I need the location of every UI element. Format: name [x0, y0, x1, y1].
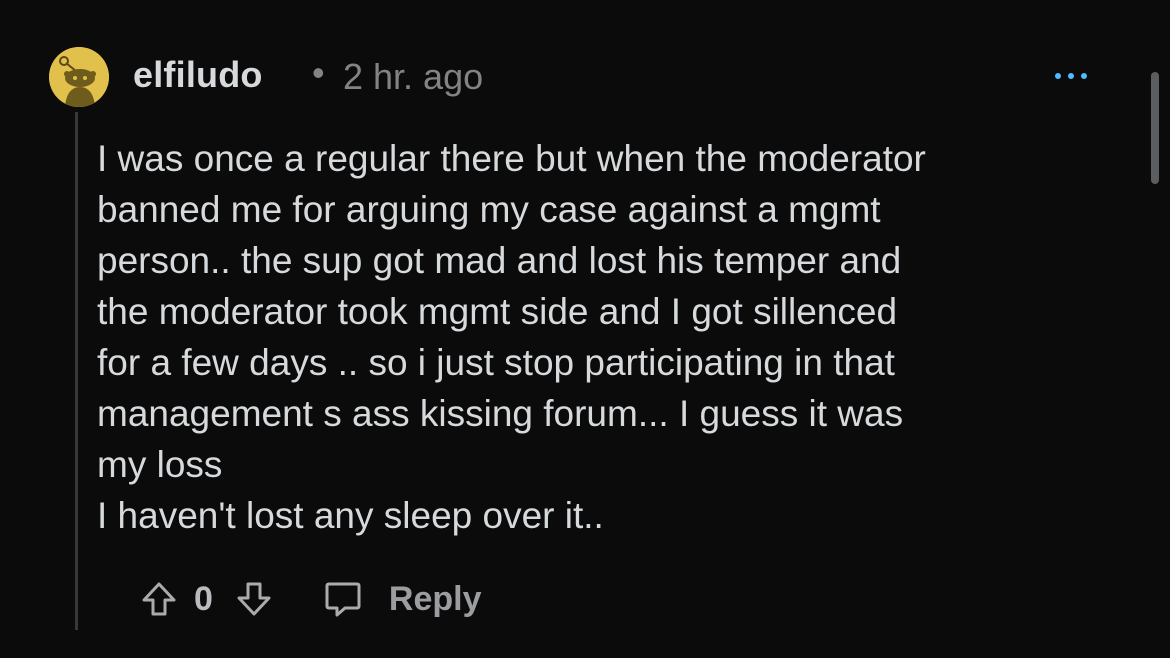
comment-line: management s ass kissing forum... I gues…: [97, 393, 904, 434]
downvote-button[interactable]: [235, 580, 273, 618]
comment-author[interactable]: elfiludo: [133, 54, 263, 96]
upvote-arrow-icon: [142, 582, 176, 616]
more-options-button[interactable]: [1049, 58, 1093, 94]
comment-line: for a few days .. so i just stop partici…: [97, 342, 895, 383]
comment-line: I was once a regular there but when the …: [97, 138, 926, 179]
reply-button[interactable]: Reply: [323, 579, 482, 619]
reply-label: Reply: [388, 579, 482, 618]
comment-timestamp: 2 hr. ago: [343, 56, 484, 97]
comment-actions: 0 Reply: [140, 576, 482, 622]
downvote-arrow-icon: [237, 582, 271, 616]
comment-line: I haven't lost any sleep over it..: [97, 495, 604, 536]
snoo-avatar-icon: [49, 47, 109, 107]
more-options-icon: [1055, 73, 1087, 79]
thread-line[interactable]: [75, 112, 78, 630]
vote-count: 0: [194, 579, 213, 618]
upvote-button[interactable]: [140, 580, 178, 618]
user-avatar[interactable]: [49, 47, 109, 107]
scrollbar[interactable]: [1151, 72, 1159, 184]
comment-line: my loss: [97, 444, 223, 485]
comment-body: I was once a regular there but when the …: [97, 133, 1097, 541]
comment-line: banned me for arguing my case against a …: [97, 189, 881, 230]
comment-line: the moderator took mgmt side and I got s…: [97, 291, 898, 332]
meta-separator: •: [312, 52, 325, 93]
comment-bubble-icon: [325, 582, 361, 617]
comment-screen: elfiludo • 2 hr. ago I was once a regula…: [0, 0, 1170, 658]
comment-line: person.. the sup got mad and lost his te…: [97, 240, 902, 281]
